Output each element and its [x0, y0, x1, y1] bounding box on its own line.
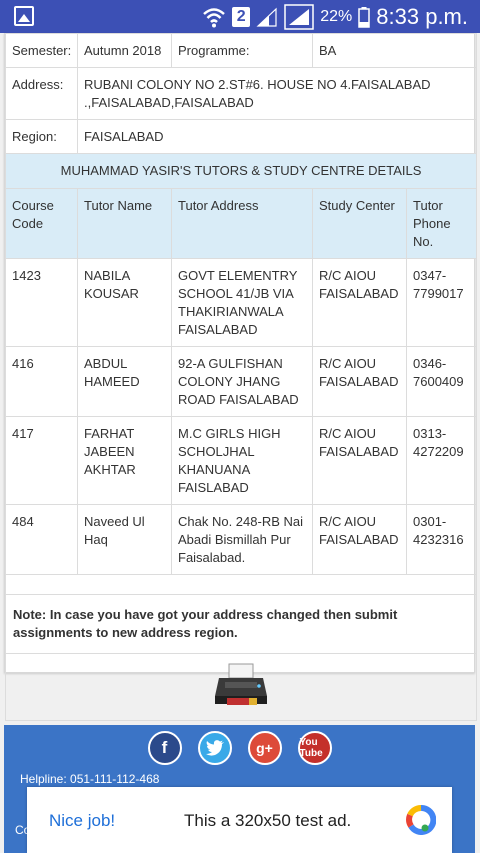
label-programme: Programme: [171, 33, 313, 68]
battery-percent: 22% [320, 7, 353, 25]
label-address: Address: [5, 67, 78, 120]
header-tutor-phone: Tutor Phone No. [406, 188, 477, 259]
sim-slot-indicator: 2 [232, 6, 251, 27]
cell-tutor-phone[interactable]: 0346-7600409 [406, 346, 477, 417]
info-row-address: Address: RUBANI COLONY NO 2.ST#6. HOUSE … [5, 67, 477, 120]
address-change-note: Note: In case you have got your address … [5, 594, 477, 654]
signal-icon-2 [284, 3, 314, 30]
cell-tutor-address: M.C GIRLS HIGH SCHOLJHAL KHANUANA FAISLA… [171, 416, 313, 505]
section-title-row: MUHAMMAD YASIR'S TUTORS & STUDY CENTRE D… [5, 153, 477, 189]
status-time: 8:33 p.m. [376, 3, 468, 29]
section-title: MUHAMMAD YASIR'S TUTORS & STUDY CENTRE D… [5, 153, 477, 189]
twitter-icon[interactable] [197, 731, 232, 765]
spacer-row [5, 574, 477, 595]
ad-text: This a 320x50 test ad. [184, 811, 352, 830]
google-plus-icon[interactable]: g+ [247, 731, 282, 765]
wifi-icon [203, 7, 226, 27]
battery-icon [358, 6, 371, 28]
cell-course-code: 417 [5, 416, 78, 505]
note-row: Note: In case you have got your address … [5, 594, 477, 654]
ad-logo-icon [406, 805, 436, 835]
cell-tutor-phone[interactable]: 0301-4232316 [406, 504, 477, 575]
cell-tutor-name: NABILA KOUSAR [77, 258, 172, 347]
printer-icon[interactable] [213, 662, 269, 708]
cell-tutor-address: Chak No. 248-RB Nai Abadi Bismillah Pur … [171, 504, 313, 575]
value-address: RUBANI COLONY NO 2.ST#6. HOUSE NO 4.FAIS… [77, 67, 477, 120]
cell-study-center: R/C AIOU FAISALABAD [312, 346, 407, 417]
info-row-region: Region: FAISALABAD [5, 119, 477, 154]
cell-study-center: R/C AIOU FAISALABAD [312, 416, 407, 505]
value-programme: BA [312, 33, 477, 68]
header-course-code: Course Code [5, 188, 78, 259]
cell-study-center: R/C AIOU FAISALABAD [312, 258, 407, 347]
spacer-cell [5, 574, 477, 595]
cell-tutor-name: Naveed Ul Haq [77, 504, 172, 575]
details-table: Semester: Autumn 2018 Programme: BA Addr… [5, 33, 477, 721]
cell-course-code: 416 [5, 346, 78, 417]
value-semester: Autumn 2018 [77, 33, 172, 68]
facebook-icon[interactable]: f [147, 731, 182, 765]
signal-icon [256, 7, 277, 27]
table-header-row: Course Code Tutor Name Tutor Address Stu… [5, 188, 477, 259]
label-region: Region: [5, 119, 78, 154]
cell-course-code: 1423 [5, 258, 78, 347]
youtube-icon[interactable]: You Tube [297, 731, 332, 765]
status-bar: 2 22% 8:33 p.m. [0, 0, 480, 33]
label-semester: Semester: [5, 33, 78, 68]
table-row: 417 FARHAT JABEEN AKHTAR M.C GIRLS HIGH … [5, 416, 477, 505]
cell-tutor-name: FARHAT JABEEN AKHTAR [77, 416, 172, 505]
photo-icon [14, 6, 34, 26]
table-row: 484 Naveed Ul Haq Chak No. 248-RB Nai Ab… [5, 504, 477, 575]
cell-tutor-address: GOVT ELEMENTRY SCHOOL 41/JB VIA THAKIRIA… [171, 258, 313, 347]
cell-tutor-address: 92-A GULFISHAN COLONY JHANG ROAD FAISALA… [171, 346, 313, 417]
tutor-details-card: Semester: Autumn 2018 Programme: BA Addr… [4, 33, 477, 721]
value-region: FAISALABAD [77, 119, 477, 154]
ad-banner[interactable]: Nice job! This a 320x50 test ad. [27, 787, 452, 853]
header-study-center: Study Center [312, 188, 407, 259]
ad-nice-job: Nice job! [49, 811, 116, 830]
print-cell [5, 653, 477, 721]
cell-tutor-name: ABDUL HAMEED [77, 346, 172, 417]
print-row [5, 653, 477, 721]
helpline: Helpline: 051-111-112-468 [20, 772, 160, 786]
header-tutor-name: Tutor Name [77, 188, 172, 259]
table-row: 416 ABDUL HAMEED 92-A GULFISHAN COLONY J… [5, 346, 477, 417]
cell-tutor-phone[interactable]: 0313-4272209 [406, 416, 477, 505]
cell-tutor-phone[interactable]: 0347-7799017 [406, 258, 477, 347]
social-links: f g+ You Tube [4, 731, 475, 765]
cell-study-center: R/C AIOU FAISALABAD [312, 504, 407, 575]
info-row-semester: Semester: Autumn 2018 Programme: BA [5, 33, 477, 68]
cell-course-code: 484 [5, 504, 78, 575]
table-row: 1423 NABILA KOUSAR GOVT ELEMENTRY SCHOOL… [5, 258, 477, 347]
header-tutor-address: Tutor Address [171, 188, 313, 259]
